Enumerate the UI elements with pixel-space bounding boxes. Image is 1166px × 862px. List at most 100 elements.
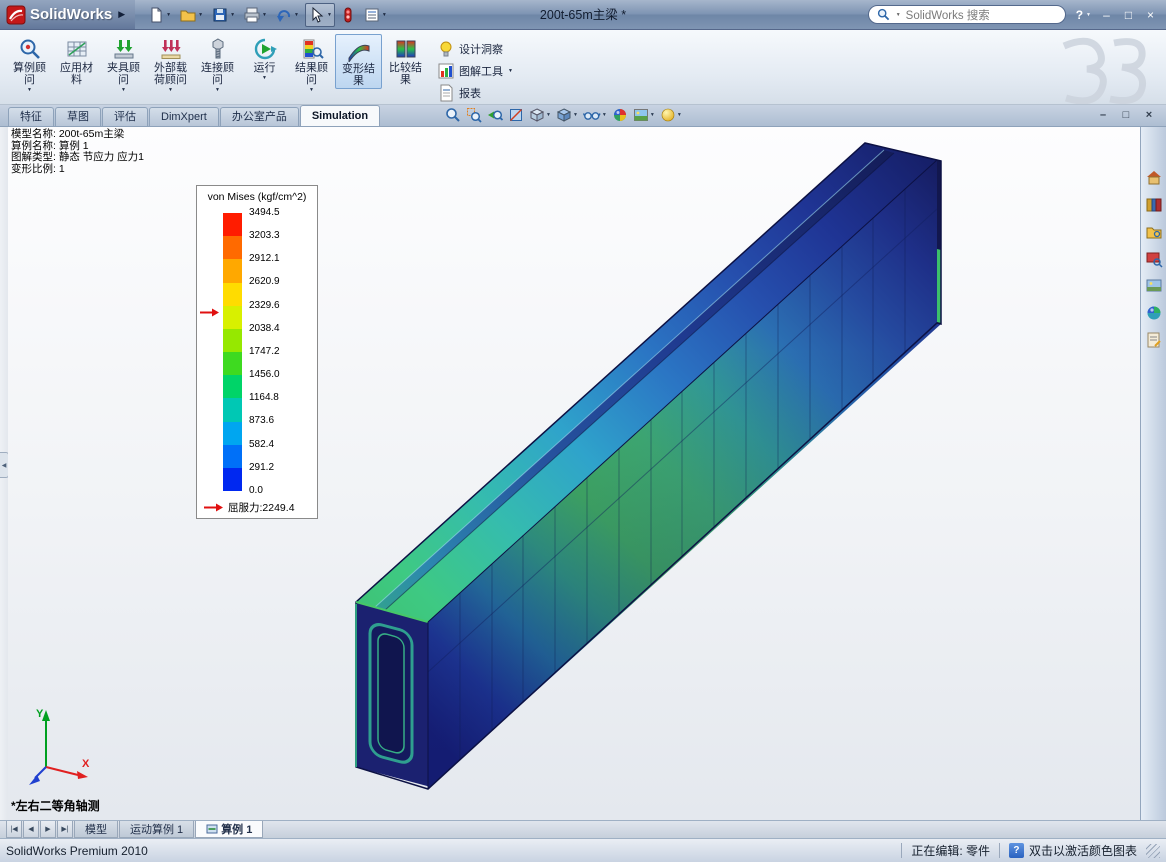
- save-button[interactable]: ▼: [209, 3, 237, 27]
- dropdown-arrow-icon[interactable]: ▼: [327, 12, 332, 18]
- print-button[interactable]: ▼: [241, 3, 269, 27]
- display-style-button[interactable]: ▼: [555, 107, 579, 123]
- design-insight-button[interactable]: 设计洞察: [437, 40, 513, 58]
- edit-appearance-button[interactable]: [611, 107, 629, 123]
- dropdown-arrow-icon[interactable]: ▼: [294, 12, 299, 18]
- menu-expand-icon[interactable]: ▶: [118, 9, 125, 20]
- display-style-icon: [556, 107, 572, 123]
- view-palette-icon[interactable]: [1145, 277, 1163, 295]
- view-orientation-button[interactable]: ▼: [528, 107, 552, 123]
- first-tab-button[interactable]: |◀: [6, 821, 22, 838]
- search-box[interactable]: ▼ SolidWorks 搜索: [868, 5, 1066, 24]
- graphics-area[interactable]: 模型名称: 200t-65m主梁 算例名称: 算例 1 图解类型: 静态 节应力…: [8, 127, 1140, 820]
- tab-office-products[interactable]: 办公室产品: [220, 107, 299, 126]
- help-button[interactable]: ?: [1076, 8, 1083, 22]
- dropdown-arrow-icon[interactable]: ▼: [262, 75, 267, 81]
- dropdown-arrow-icon[interactable]: ▼: [508, 68, 513, 74]
- tab-motion-study-1[interactable]: 运动算例 1: [119, 821, 194, 838]
- connections-advisor-icon: [206, 37, 230, 61]
- dropdown-arrow-icon[interactable]: ▼: [650, 112, 655, 118]
- legend-band: [223, 306, 242, 329]
- quick-access-toolbar: ▼ ▼ ▼ ▼ ▼ ▼ ▼: [145, 3, 389, 27]
- rebuild-button[interactable]: [339, 3, 357, 27]
- study-advisor-button[interactable]: 算例顾问▼: [6, 34, 53, 94]
- dropdown-arrow-icon[interactable]: ▼: [602, 112, 607, 118]
- titlebar: SolidWorks ▶ ▼ ▼ ▼ ▼ ▼ ▼ ▼ 200t-65m主梁 * …: [0, 0, 1166, 30]
- dropdown-arrow-icon[interactable]: ▼: [382, 12, 387, 18]
- open-document-button[interactable]: ▼: [177, 3, 205, 27]
- external-loads-advisor-button[interactable]: 外部载荷顾问▼: [147, 34, 194, 94]
- dropdown-arrow-icon[interactable]: ▼: [168, 87, 173, 93]
- new-document-button[interactable]: ▼: [145, 3, 173, 27]
- doc-restore-button[interactable]: □: [1119, 109, 1133, 121]
- previous-tab-button[interactable]: ◀: [23, 821, 39, 838]
- beam-model-3d[interactable]: [8, 127, 1140, 820]
- tab-model[interactable]: 模型: [74, 821, 118, 838]
- tab-simulation[interactable]: Simulation: [300, 105, 380, 126]
- dropdown-arrow-icon[interactable]: ▼: [121, 87, 126, 93]
- tab-dimxpert[interactable]: DimXpert: [149, 107, 219, 126]
- tab-evaluate[interactable]: 评估: [102, 107, 148, 126]
- dropdown-arrow-icon[interactable]: ▼: [546, 112, 551, 118]
- search-results-icon[interactable]: [1145, 250, 1163, 268]
- help-dropdown-icon[interactable]: ▼: [1086, 12, 1091, 18]
- yield-level-arrow-icon: [200, 307, 220, 318]
- legend-band: [223, 329, 242, 352]
- section-view-button[interactable]: [507, 107, 525, 123]
- hint-help-icon[interactable]: ?: [1009, 843, 1024, 858]
- fixtures-advisor-button[interactable]: 夹具顾问▼: [100, 34, 147, 94]
- appearances-scenes-icon[interactable]: [1145, 304, 1163, 322]
- select-tool-button[interactable]: ▼: [305, 3, 335, 27]
- connections-advisor-button[interactable]: 连接顾问▼: [194, 34, 241, 94]
- file-explorer-icon[interactable]: [1145, 223, 1163, 241]
- stress-legend[interactable]: von Mises (kgf/cm^2) 3494.53203: [196, 185, 318, 519]
- close-button[interactable]: ×: [1143, 8, 1158, 22]
- design-library-icon[interactable]: [1145, 196, 1163, 214]
- zoom-fit-button[interactable]: [444, 107, 462, 123]
- apply-material-button[interactable]: 应用材料: [53, 34, 100, 87]
- tab-features[interactable]: 特征: [8, 107, 54, 126]
- dropdown-arrow-icon[interactable]: ▼: [309, 87, 314, 93]
- report-button[interactable]: 报表: [437, 84, 513, 102]
- dropdown-arrow-icon[interactable]: ▼: [677, 112, 682, 118]
- previous-view-button[interactable]: [486, 107, 504, 123]
- hide-show-items-button[interactable]: ▼: [582, 107, 608, 123]
- results-advisor-button[interactable]: 结果顾问▼: [288, 34, 335, 94]
- maximize-button[interactable]: □: [1121, 8, 1136, 22]
- dropdown-arrow-icon[interactable]: ▼: [262, 12, 267, 18]
- compare-results-button[interactable]: 比较结果: [382, 34, 429, 87]
- apply-scene-button[interactable]: ▼: [632, 107, 656, 123]
- dropdown-arrow-icon[interactable]: ▼: [198, 12, 203, 18]
- next-tab-button[interactable]: ▶: [40, 821, 56, 838]
- doc-minimize-button[interactable]: –: [1096, 109, 1110, 121]
- study-tab-bar: |◀ ◀ ▶ ▶| 模型 运动算例 1 算例 1: [0, 820, 1166, 838]
- minimize-button[interactable]: –: [1099, 8, 1114, 22]
- run-button[interactable]: 运行▼: [241, 34, 288, 82]
- results-advisor-icon: [300, 37, 324, 61]
- search-input[interactable]: SolidWorks 搜索: [906, 7, 990, 23]
- search-scope-dropdown-icon[interactable]: ▼: [896, 12, 901, 18]
- statusbar-divider: [901, 843, 902, 858]
- deformed-result-button[interactable]: 变形结果: [335, 34, 382, 89]
- tab-study-1[interactable]: 算例 1: [195, 821, 263, 838]
- dropdown-arrow-icon[interactable]: ▼: [573, 112, 578, 118]
- dropdown-arrow-icon[interactable]: ▼: [215, 87, 220, 93]
- zoom-area-button[interactable]: [465, 107, 483, 123]
- select-cursor-icon: [308, 6, 326, 24]
- view-settings-button[interactable]: ▼: [659, 107, 683, 123]
- dropdown-arrow-icon[interactable]: ▼: [27, 87, 32, 93]
- plot-tools-button[interactable]: 图解工具 ▼: [437, 62, 513, 80]
- last-tab-button[interactable]: ▶|: [57, 821, 73, 838]
- doc-close-button[interactable]: ×: [1142, 109, 1156, 121]
- legend-band: [223, 283, 242, 306]
- dropdown-arrow-icon[interactable]: ▼: [230, 12, 235, 18]
- document-window-controls: – □ ×: [1096, 109, 1156, 121]
- dropdown-arrow-icon[interactable]: ▼: [166, 12, 171, 18]
- undo-button[interactable]: ▼: [273, 3, 301, 27]
- solidworks-resources-home-icon[interactable]: [1145, 169, 1163, 187]
- resize-grip[interactable]: [1146, 844, 1160, 858]
- tab-sketch[interactable]: 草图: [55, 107, 101, 126]
- options-button[interactable]: ▼: [361, 3, 389, 27]
- custom-properties-icon[interactable]: [1145, 331, 1163, 349]
- deformed-result-icon: [347, 38, 371, 62]
